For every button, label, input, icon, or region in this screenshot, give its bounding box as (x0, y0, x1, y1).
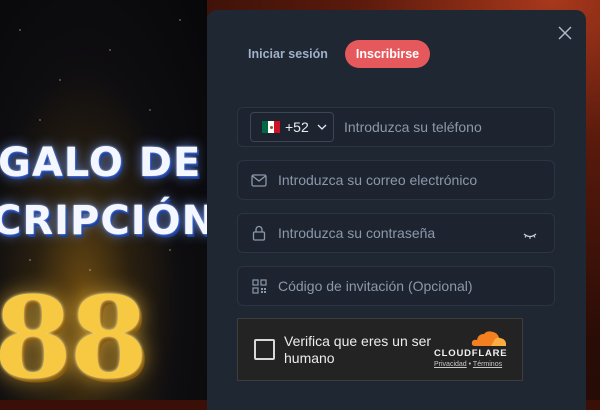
country-code-select[interactable]: +52 (250, 112, 334, 142)
captcha-links: Privacidad • Términos (434, 361, 502, 368)
mexico-flag-icon (262, 121, 280, 133)
lock-icon (251, 225, 267, 241)
phone-input[interactable]: Introduzca su teléfono (344, 119, 482, 135)
email-field[interactable]: Introduzca su correo electrónico (237, 160, 555, 200)
qr-code-icon (251, 278, 267, 294)
captcha-label: Verifica que eres un ser humano (284, 333, 432, 366)
cloudflare-captcha-widget: Verifica que eres un ser humano CLOUDFLA… (237, 318, 523, 381)
cloudflare-brand-text: CLOUDFLARE (434, 348, 508, 359)
mail-icon (251, 172, 267, 188)
chevron-down-icon (317, 124, 327, 130)
country-code-label: +52 (285, 119, 309, 135)
invite-code-input[interactable]: Código de invitación (Opcional) (278, 278, 473, 294)
eye-closed-icon[interactable] (523, 227, 537, 245)
phone-field[interactable]: +52 Introduzca su teléfono (237, 107, 555, 147)
invite-code-field[interactable]: Código de invitación (Opcional) (237, 266, 555, 306)
promo-title-line-2: CRIPCIÓN (0, 198, 207, 244)
promo-title-line-1: GALO DE (0, 140, 202, 186)
captcha-checkbox[interactable] (254, 339, 275, 360)
password-field[interactable]: Introduzca su contraseña (237, 213, 555, 253)
tab-login[interactable]: Iniciar sesión (240, 40, 337, 68)
close-icon[interactable] (558, 26, 572, 40)
signup-modal: Iniciar sesión Inscribirse +52 Introduzc… (207, 10, 586, 410)
cloudflare-cloud-icon (471, 331, 506, 346)
tab-signup[interactable]: Inscribirse (344, 40, 431, 68)
promo-banner: GALO DE CRIPCIÓN 88 (0, 0, 207, 400)
email-input[interactable]: Introduzca su correo electrónico (278, 172, 477, 188)
terms-link[interactable]: Términos (473, 361, 502, 368)
auth-tabs: Iniciar sesión Inscribirse (240, 40, 431, 68)
password-input[interactable]: Introduzca su contraseña (278, 225, 435, 241)
cloudflare-logo: CLOUDFLARE (434, 330, 510, 359)
promo-bonus-number: 88 (0, 273, 148, 400)
link-separator: • (468, 361, 472, 368)
privacy-link[interactable]: Privacidad (434, 361, 467, 368)
